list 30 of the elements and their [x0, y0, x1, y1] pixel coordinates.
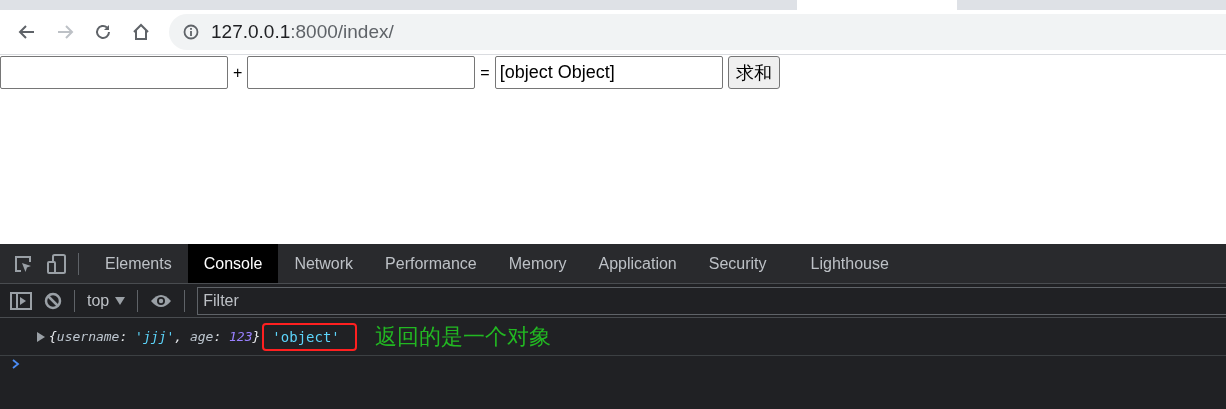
- address-bar[interactable]: 127.0.0.1:8000/index/: [169, 14, 1226, 50]
- devtools-tab[interactable]: Network: [278, 244, 370, 283]
- prompt-chevron-icon[interactable]: [12, 359, 20, 369]
- devtools-tab[interactable]: Lighthouse: [794, 244, 905, 283]
- context-dropdown[interactable]: top: [87, 291, 126, 310]
- reload-icon[interactable]: [93, 22, 113, 42]
- annotation-text: 返回的是一个对象: [374, 322, 551, 351]
- plus-sign: +: [232, 63, 244, 83]
- console-result: 'object': [262, 322, 357, 351]
- devtools-tab[interactable]: Performance: [369, 244, 493, 283]
- sum-button[interactable]: 求和: [727, 56, 780, 89]
- filter-field[interactable]: Filter: [197, 286, 1226, 315]
- expand-arrow-icon[interactable]: [36, 331, 45, 342]
- caret-icon: [115, 296, 126, 305]
- input-field[interactable]: [0, 56, 228, 89]
- result-field[interactable]: [object Object]: [494, 56, 723, 89]
- info-icon[interactable]: [183, 24, 199, 40]
- home-icon[interactable]: [131, 22, 151, 42]
- input-field[interactable]: [247, 56, 476, 89]
- devtools-tab[interactable]: Security: [692, 244, 783, 283]
- equals-sign: =: [479, 63, 491, 83]
- eye-icon[interactable]: [150, 293, 173, 308]
- devtools-tab[interactable]: Memory: [492, 244, 583, 283]
- devtools-tab[interactable]: Elements: [89, 244, 188, 283]
- devtools-tab[interactable]: Application: [582, 244, 693, 283]
- devtools-tab[interactable]: Console: [187, 244, 279, 283]
- object-preview[interactable]: {username: 'jjj', age: 123}: [49, 329, 261, 344]
- sidebar-toggle-icon[interactable]: [10, 291, 32, 310]
- clear-icon[interactable]: [44, 291, 62, 310]
- device-icon[interactable]: [46, 252, 68, 275]
